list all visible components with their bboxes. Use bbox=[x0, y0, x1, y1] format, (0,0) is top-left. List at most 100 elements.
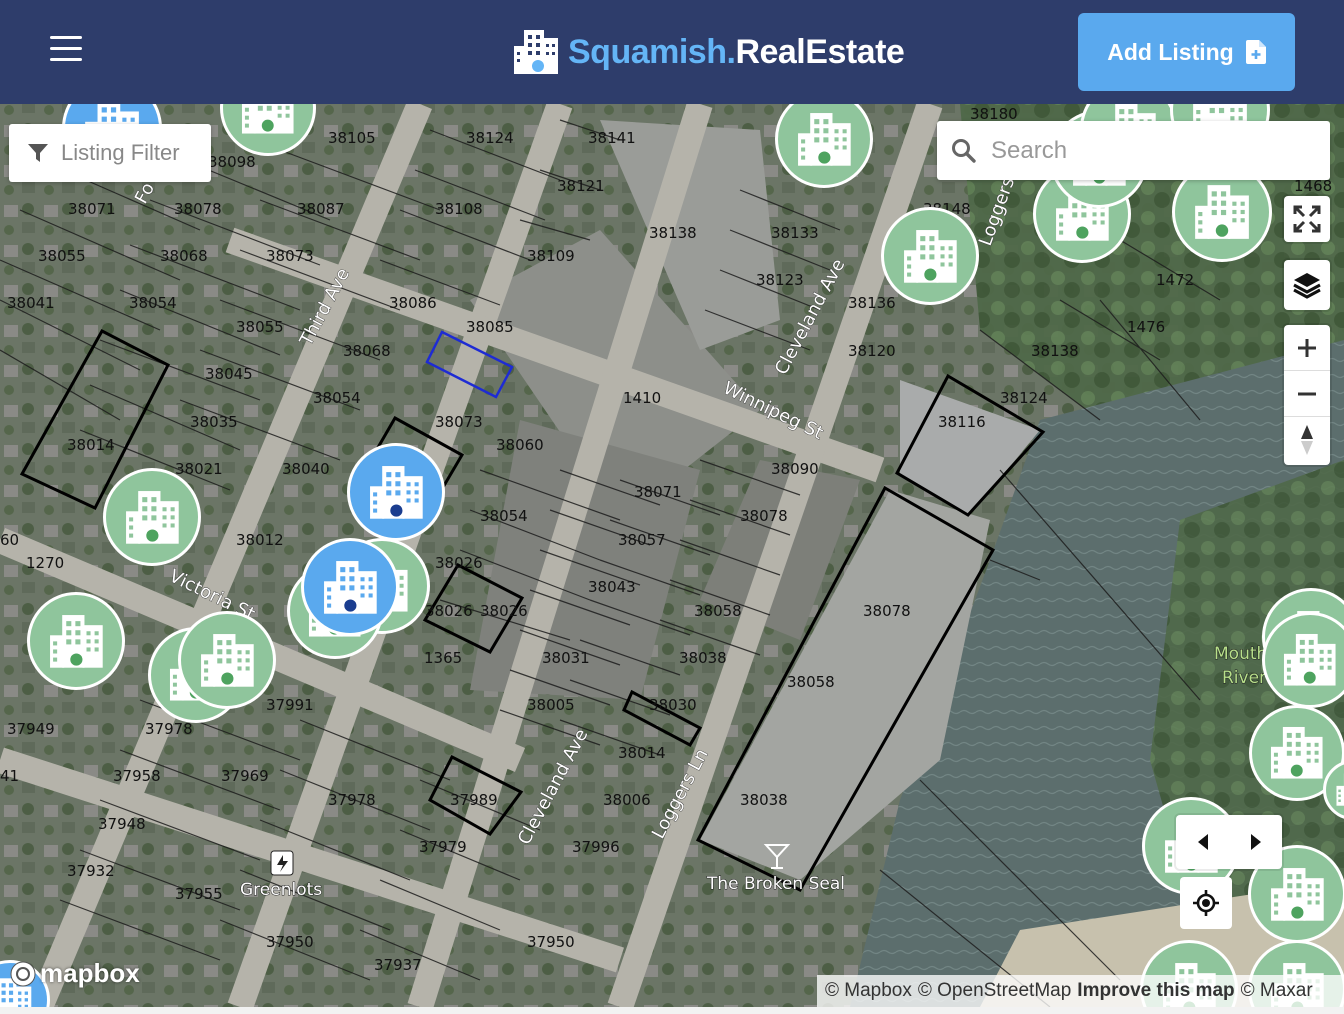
svg-text:38031: 38031 bbox=[542, 649, 590, 667]
building-icon bbox=[200, 633, 254, 687]
svg-text:38054: 38054 bbox=[129, 294, 177, 312]
attribution-mapbox[interactable]: © Mapbox bbox=[825, 980, 912, 1002]
zoom-in-button[interactable] bbox=[1284, 325, 1330, 371]
svg-text:38005: 38005 bbox=[527, 696, 575, 714]
compass-icon bbox=[1301, 425, 1313, 455]
svg-text:37989: 37989 bbox=[450, 791, 498, 809]
svg-text:38141: 38141 bbox=[588, 129, 636, 147]
svg-text:38078: 38078 bbox=[174, 200, 222, 218]
svg-text:38040: 38040 bbox=[282, 460, 330, 478]
svg-text:38121: 38121 bbox=[557, 177, 605, 195]
satellite-map[interactable]: 38105 38124 38141 38098 38071 38078 38087 381… bbox=[0, 104, 1344, 1007]
map-search-box[interactable] bbox=[937, 121, 1330, 180]
svg-text:38138: 38138 bbox=[1031, 342, 1079, 360]
file-plus-icon bbox=[1245, 40, 1266, 64]
svg-text:37949: 37949 bbox=[7, 720, 55, 738]
mapbox-logo[interactable]: mapbox bbox=[10, 958, 140, 989]
prev-listing-button[interactable] bbox=[1176, 815, 1229, 869]
svg-text:37932: 37932 bbox=[67, 862, 115, 880]
svg-text:38038: 38038 bbox=[740, 791, 788, 809]
map-canvas: 38105 38124 38141 38098 38071 38078 38087 381… bbox=[0, 104, 1344, 1007]
selected-listing-marker[interactable] bbox=[301, 538, 399, 636]
building-icon bbox=[903, 229, 957, 283]
svg-text:38068: 38068 bbox=[343, 342, 391, 360]
svg-text:Mouth: Mouth bbox=[1214, 644, 1267, 664]
svg-text:38085: 38085 bbox=[466, 318, 514, 336]
listing-marker[interactable] bbox=[881, 207, 979, 305]
map-attribution: © Mapbox © OpenStreetMap Improve this ma… bbox=[817, 975, 1344, 1007]
svg-text:37958: 37958 bbox=[113, 767, 161, 785]
building-icon bbox=[49, 614, 103, 668]
svg-text:41: 41 bbox=[0, 767, 19, 785]
building-icon bbox=[1195, 185, 1249, 239]
svg-text:38123: 38123 bbox=[756, 271, 804, 289]
svg-text:38055: 38055 bbox=[236, 318, 284, 336]
svg-text:38045: 38045 bbox=[205, 365, 253, 383]
svg-text:38026: 38026 bbox=[425, 602, 473, 620]
building-logo-icon bbox=[514, 30, 558, 74]
fullscreen-button[interactable] bbox=[1284, 196, 1330, 242]
svg-text:38035: 38035 bbox=[190, 413, 238, 431]
svg-text:38073: 38073 bbox=[435, 413, 483, 431]
mapbox-logo-icon bbox=[10, 961, 36, 986]
svg-text:38071: 38071 bbox=[68, 200, 116, 218]
zoom-out-button[interactable] bbox=[1284, 371, 1330, 417]
layers-button[interactable] bbox=[1284, 260, 1330, 310]
add-listing-button[interactable]: Add Listing bbox=[1078, 13, 1295, 91]
svg-text:37979: 37979 bbox=[419, 838, 467, 856]
svg-text:38054: 38054 bbox=[313, 389, 361, 407]
listing-filter-button[interactable]: Listing Filter bbox=[9, 124, 211, 182]
hamburger-menu-icon[interactable] bbox=[50, 36, 86, 66]
add-listing-label: Add Listing bbox=[1107, 38, 1234, 65]
listing-marker[interactable] bbox=[27, 592, 125, 690]
minus-icon bbox=[1298, 392, 1316, 395]
listing-pager bbox=[1176, 815, 1282, 869]
listing-filter-label: Listing Filter bbox=[61, 140, 180, 165]
svg-text:38138: 38138 bbox=[649, 224, 697, 242]
svg-text:37969: 37969 bbox=[221, 767, 269, 785]
zoom-controls bbox=[1284, 325, 1330, 465]
svg-text:38043: 38043 bbox=[588, 578, 636, 596]
svg-text:38014: 38014 bbox=[618, 744, 666, 762]
svg-text:37955: 37955 bbox=[175, 885, 223, 903]
caret-left-icon bbox=[1197, 834, 1208, 850]
svg-text:38109: 38109 bbox=[527, 247, 575, 265]
svg-text:60: 60 bbox=[0, 531, 19, 549]
search-input[interactable] bbox=[991, 136, 1311, 165]
svg-text:1410: 1410 bbox=[623, 389, 661, 407]
listing-marker[interactable] bbox=[178, 611, 276, 709]
svg-text:1270: 1270 bbox=[26, 554, 64, 572]
selected-listing-marker[interactable] bbox=[347, 443, 445, 541]
brand-logo[interactable]: Squamish.RealEstate bbox=[510, 26, 905, 78]
svg-text:The Broken Seal: The Broken Seal bbox=[706, 874, 845, 894]
svg-text:38060: 38060 bbox=[496, 436, 544, 454]
svg-text:37991: 37991 bbox=[266, 696, 314, 714]
svg-text:38124: 38124 bbox=[466, 129, 514, 147]
svg-text:38078: 38078 bbox=[863, 602, 911, 620]
svg-text:1472: 1472 bbox=[1156, 271, 1194, 289]
svg-text:38014: 38014 bbox=[67, 436, 115, 454]
svg-text:38133: 38133 bbox=[771, 224, 819, 242]
geolocate-button[interactable] bbox=[1180, 877, 1232, 929]
svg-text:37950: 37950 bbox=[527, 933, 575, 951]
next-listing-button[interactable] bbox=[1229, 815, 1282, 869]
svg-text:38006: 38006 bbox=[603, 791, 651, 809]
improve-map-link[interactable]: Improve this map bbox=[1077, 980, 1234, 1002]
svg-text:38054: 38054 bbox=[480, 507, 528, 525]
svg-text:38038: 38038 bbox=[679, 649, 727, 667]
svg-text:38108: 38108 bbox=[435, 200, 483, 218]
svg-text:38087: 38087 bbox=[297, 200, 345, 218]
listing-marker[interactable] bbox=[103, 468, 201, 566]
compass-button[interactable] bbox=[1284, 417, 1330, 463]
attribution-osm[interactable]: © OpenStreetMap bbox=[918, 980, 1071, 1002]
svg-text:38055: 38055 bbox=[38, 247, 86, 265]
svg-text:38041: 38041 bbox=[7, 294, 55, 312]
building-icon bbox=[1284, 634, 1336, 686]
filter-icon bbox=[28, 144, 48, 162]
svg-text:38136: 38136 bbox=[848, 294, 896, 312]
attribution-maxar[interactable]: © Maxar bbox=[1241, 980, 1313, 1002]
svg-text:37996: 37996 bbox=[572, 838, 620, 856]
building-icon bbox=[323, 560, 377, 614]
svg-text:38116: 38116 bbox=[938, 413, 986, 431]
building-icon bbox=[1270, 867, 1324, 921]
